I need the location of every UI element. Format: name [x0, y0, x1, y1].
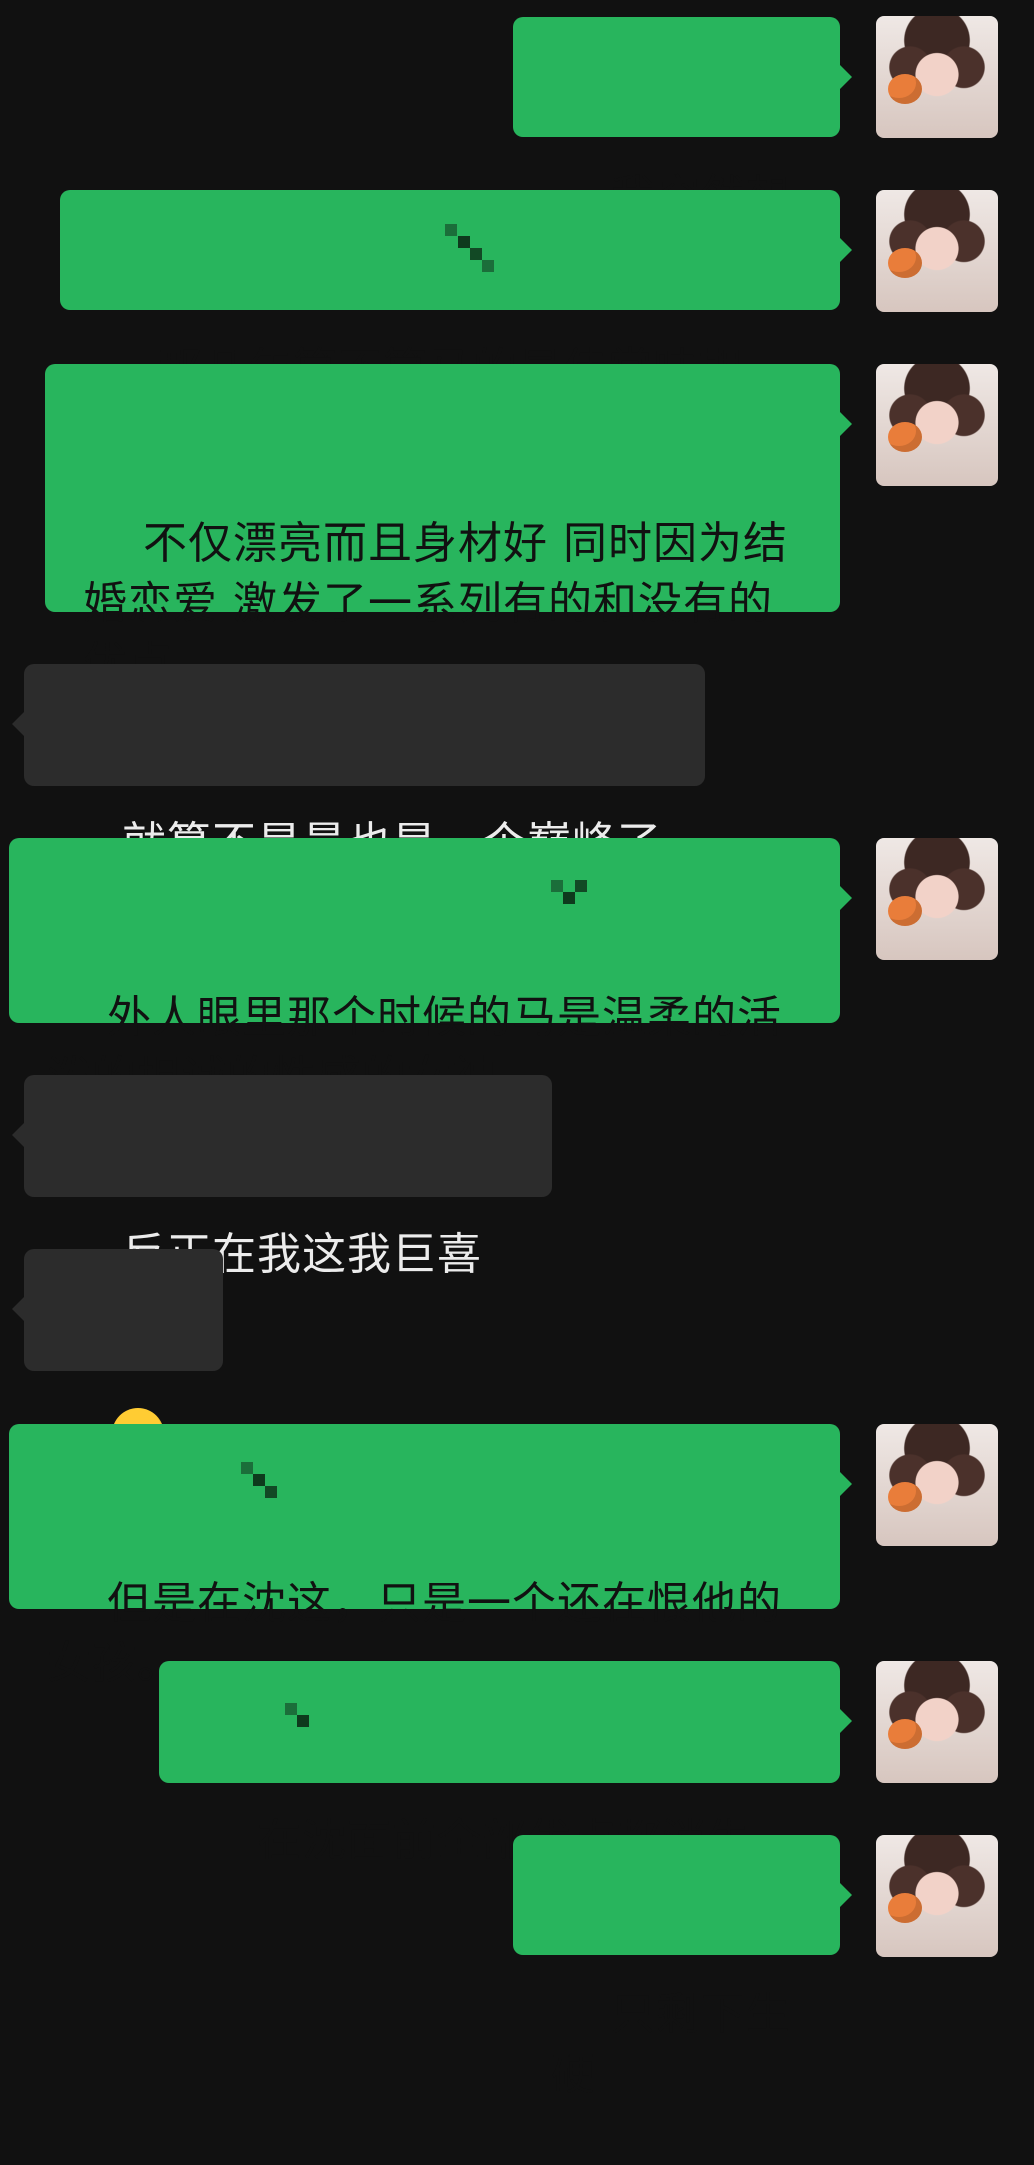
bubble-tail [12, 712, 24, 736]
mosaic-pixel [458, 236, 470, 248]
message-bubble-outgoing[interactable]: 只剩下生硬 [513, 1835, 852, 2100]
bubble-tail [840, 65, 852, 89]
bubble-tail [12, 1123, 24, 1147]
mosaic-pixel [575, 880, 587, 892]
mosaic-pixel [253, 1474, 265, 1486]
chat-thread: 我突然想到 那几年算不算马的最佳赏味期 不仅漂亮而且身材好 同时因为结婚恋爱 激… [0, 0, 1034, 2100]
mosaic-pixel [551, 880, 563, 892]
message-bubble-incoming[interactable]: 反正在我这我巨喜欢 [12, 1075, 552, 1340]
bubble-tail [840, 412, 852, 436]
mosaic-pixel [285, 1703, 297, 1715]
message-bubble-incoming[interactable] [12, 1249, 223, 1520]
bubble-tail [840, 1472, 852, 1496]
bubble-tail [840, 886, 852, 910]
mosaic-pixel [445, 224, 457, 236]
message-bubble-outgoing[interactable]: 不仅漂亮而且身材好 同时因为结婚恋爱 激发了一系列有的和没有的优点 [45, 364, 852, 689]
message-bubble-outgoing[interactable]: 外人眼里那个时候的马是温柔的活泼的坦诚的性感的女神 [9, 838, 852, 1103]
contact-avatar[interactable] [876, 16, 998, 138]
mosaic-pixel [241, 1462, 253, 1474]
message-bubble-outgoing[interactable]: 但是在沈这，只是一个还在恨他的女孩。。。 [9, 1424, 852, 1689]
mosaic-pixel [265, 1486, 277, 1498]
bubble-tail [840, 1883, 852, 1907]
message-bubble-outgoing[interactable]: 那几年算不算马的最佳赏味期 [60, 190, 852, 395]
contact-avatar[interactable] [876, 190, 998, 312]
mosaic-pixel [563, 892, 575, 904]
bubble-tail [12, 1297, 24, 1321]
contact-avatar[interactable] [876, 1424, 998, 1546]
message-bubble-outgoing[interactable]: 在沈面前全部优点都消失 [159, 1661, 852, 1866]
mosaic-pixel [482, 260, 494, 272]
contact-avatar[interactable] [876, 1661, 998, 1783]
bubble-tail [840, 1709, 852, 1733]
message-bubble-outgoing[interactable]: 我突然想到 [513, 17, 852, 282]
bubble-tail [840, 238, 852, 262]
message-text: 只剩下生硬 [551, 1989, 791, 2100]
mosaic-pixel [470, 248, 482, 260]
mosaic-pixel [297, 1715, 309, 1727]
contact-avatar[interactable] [876, 1835, 998, 1957]
contact-avatar[interactable] [876, 838, 998, 960]
contact-avatar[interactable] [876, 364, 998, 486]
message-bubble-incoming[interactable]: 就算不是最也是一个巅峰了 [12, 664, 705, 869]
